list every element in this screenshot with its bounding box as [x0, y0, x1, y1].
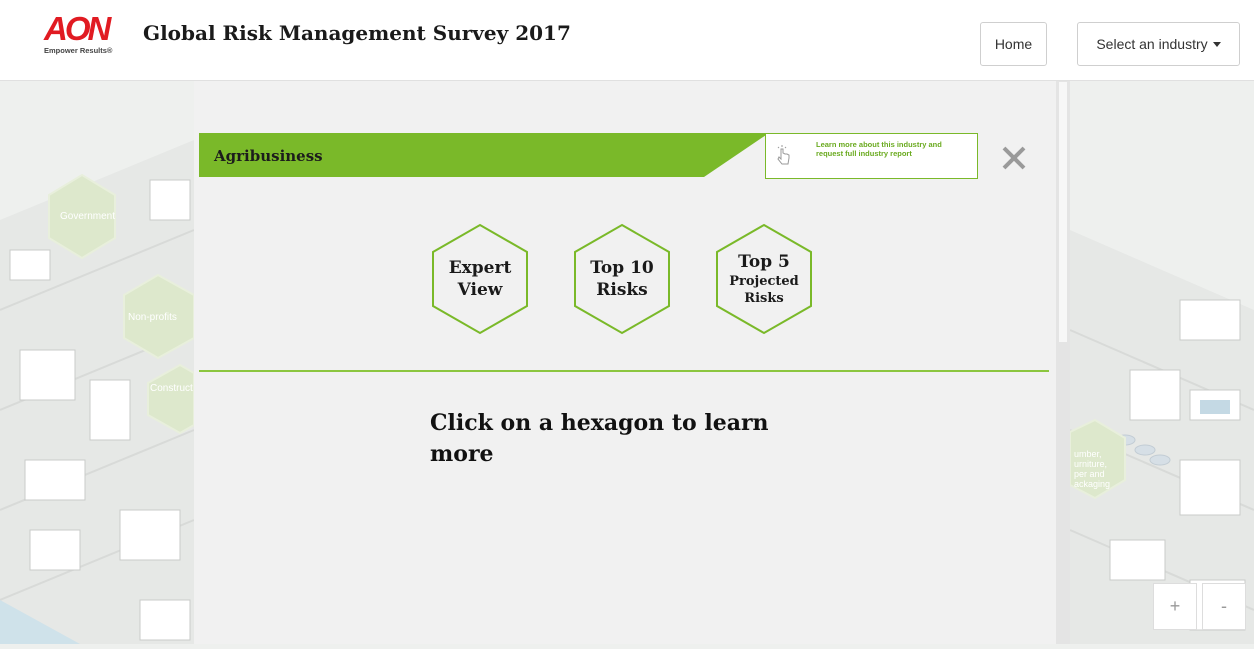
hex-line: Top 5: [738, 252, 790, 272]
map-label-nonprofits: Non-profits: [128, 312, 177, 323]
hex-line: Projected: [729, 274, 799, 289]
section-divider: [199, 370, 1049, 372]
close-icon[interactable]: [999, 143, 1029, 173]
logo-mark: AON: [44, 10, 111, 47]
page-title: Global Risk Management Survey 2017: [143, 21, 571, 45]
top-5-projected-risks-label: Top 5 Projected Risks: [714, 223, 814, 335]
home-button[interactable]: Home: [980, 22, 1047, 66]
zoom-out-button[interactable]: -: [1202, 583, 1246, 630]
logo-tagline: Empower Results®: [44, 46, 113, 55]
zoom-in-label: +: [1169, 596, 1181, 616]
instruction-text: Click on a hexagon to learn more: [430, 410, 769, 467]
hex-line: Risks: [744, 291, 784, 306]
pointer-hand-icon: [777, 145, 790, 165]
map-label-lumber-1: umber,: [1074, 449, 1102, 459]
industry-name: Agribusiness: [214, 147, 323, 165]
industry-select-label: Select an industry: [1096, 36, 1208, 52]
hex-line: View: [457, 280, 503, 300]
zoom-out-label: -: [1221, 596, 1227, 616]
map-label-lumber-4: ackaging: [1074, 479, 1110, 489]
industry-select-dropdown[interactable]: Select an industry: [1077, 22, 1240, 66]
expert-view-label: Expert View: [430, 223, 530, 335]
top-10-risks-hexagon[interactable]: Top 10 Risks: [572, 223, 672, 335]
top-10-risks-label: Top 10 Risks: [572, 223, 672, 335]
zoom-in-button[interactable]: +: [1153, 583, 1197, 630]
industry-detail-panel: Agribusiness Learn more about this indus…: [194, 80, 1056, 644]
scrollbar-thumb[interactable]: [1059, 82, 1067, 342]
learn-more-button[interactable]: Learn more about this industry and reque…: [765, 133, 978, 179]
aon-logo[interactable]: AON Empower Results®: [44, 12, 124, 62]
map-label-construction: Construct: [150, 383, 193, 394]
learn-more-text: Learn more about this industry and reque…: [816, 140, 942, 158]
caret-down-icon: [1212, 41, 1221, 47]
hex-line: Expert: [448, 258, 512, 278]
hex-line: Top 10: [590, 258, 654, 278]
map-label-lumber-3: per and: [1074, 469, 1105, 479]
app-header: AON Empower Results® Global Risk Managem…: [0, 0, 1254, 81]
panel-scrollbar[interactable]: [1056, 80, 1070, 644]
home-button-label: Home: [994, 36, 1033, 52]
map-label-lumber-2: urniture,: [1074, 459, 1107, 469]
expert-view-hexagon[interactable]: Expert View: [430, 223, 530, 335]
map-label-government: Government: [60, 211, 115, 222]
top-5-projected-risks-hexagon[interactable]: Top 5 Projected Risks: [714, 223, 814, 335]
hex-line: Risks: [596, 280, 648, 300]
